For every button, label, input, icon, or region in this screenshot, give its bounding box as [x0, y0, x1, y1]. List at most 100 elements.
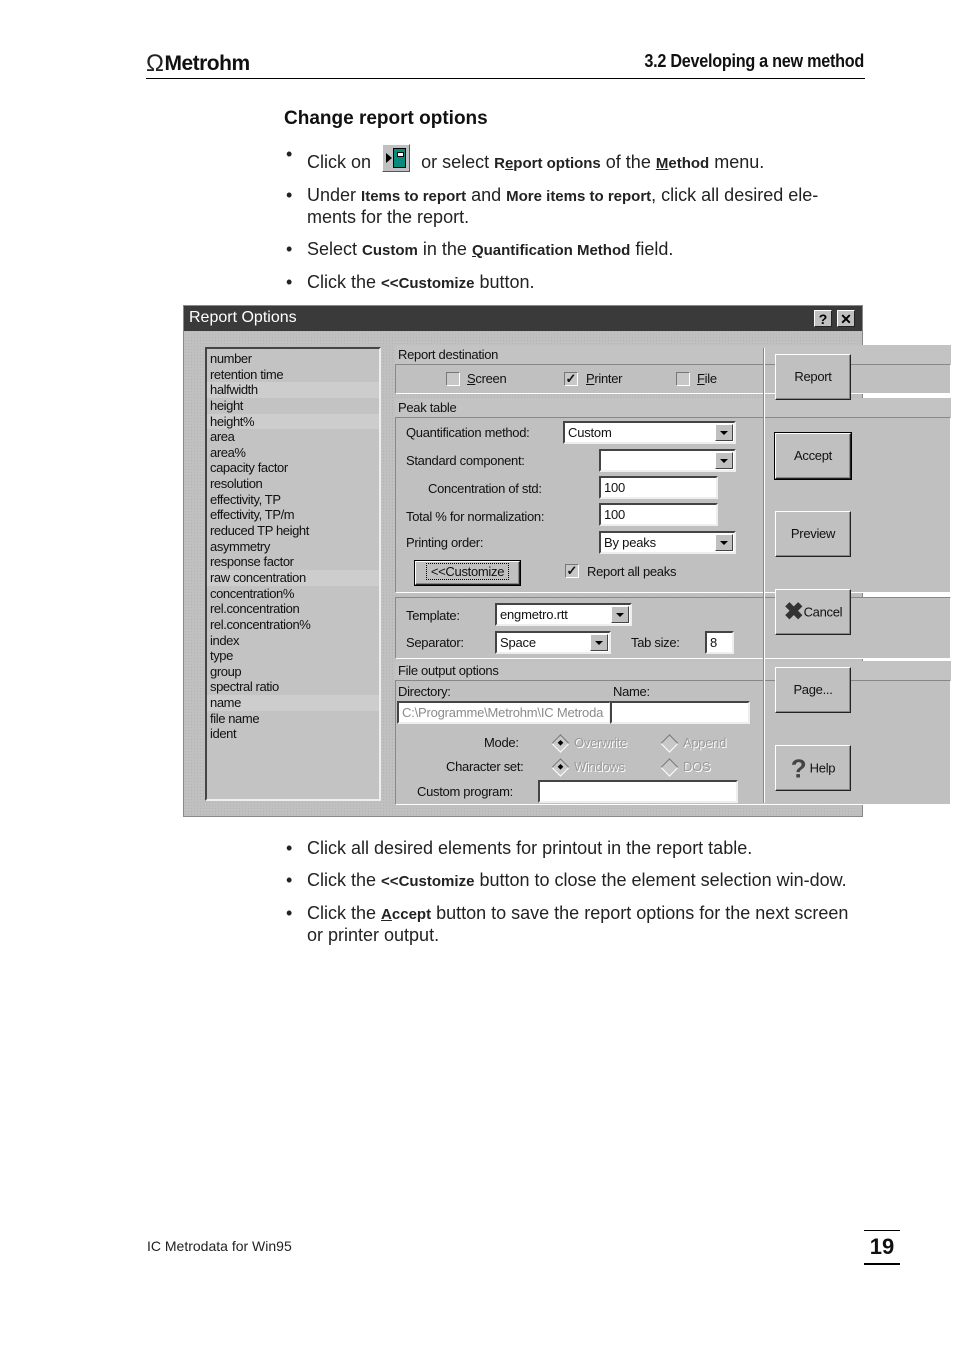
instruction-step: Select Custom in the Quantification Meth… [284, 239, 859, 261]
list-item[interactable]: effectivity, TP [207, 492, 379, 508]
report-button[interactable]: Report [775, 354, 851, 400]
list-item[interactable]: number [207, 351, 379, 367]
cancel-button[interactable]: ✖Cancel [775, 589, 851, 635]
windows-label[interactable]: Windows [574, 759, 625, 774]
metrohm-logo: Ω Metrohm [146, 50, 250, 78]
help-title-button[interactable]: ? [814, 310, 832, 327]
followup-list: Click all desired elements for printout … [284, 838, 859, 957]
section-heading: Change report options [284, 108, 488, 129]
list-item[interactable]: rel.concentration [207, 601, 379, 617]
template-select[interactable]: engmetro.rtt [495, 603, 632, 626]
screen-label[interactable]: Screen [467, 371, 507, 386]
ui-ref: Custom [362, 242, 418, 259]
chevron-down-icon[interactable] [715, 452, 733, 469]
text: button to close the element selection wi… [479, 870, 847, 890]
screen-checkbox[interactable] [446, 372, 460, 386]
accept-button[interactable]: Accept [774, 432, 852, 480]
list-item[interactable]: height [207, 398, 379, 414]
button-separator [763, 348, 765, 803]
standard-component-label: Standard component: [406, 453, 525, 468]
instruction-step: Click all desired elements for printout … [284, 838, 859, 859]
custom-program-label: Custom program: [417, 784, 513, 799]
printer-checkbox[interactable]: ✓ [564, 372, 578, 386]
text: menu. [714, 152, 765, 172]
peak-table-label: Peak table [395, 398, 951, 417]
report-all-peaks-checkbox[interactable]: ✓ [565, 564, 579, 578]
omega-logo-icon: Ω [146, 50, 164, 77]
printer-label[interactable]: Printer [586, 371, 623, 386]
append-label[interactable]: Append [683, 735, 726, 750]
list-item[interactable]: concentration% [207, 586, 379, 602]
list-item[interactable]: type [207, 648, 379, 664]
chevron-down-icon[interactable] [715, 534, 733, 551]
list-item[interactable]: asymmetry [207, 539, 379, 555]
report-items-list[interactable]: number retention time halfwidth height heigh… [205, 347, 381, 801]
chevron-down-icon[interactable] [590, 634, 608, 651]
page-setup-button[interactable]: Page... [775, 667, 851, 713]
close-button[interactable]: ✕ [837, 310, 855, 327]
separator-label: Separator: [406, 635, 464, 650]
list-item[interactable]: index [207, 633, 379, 649]
instruction-step: Under Items to report and More items to … [284, 185, 859, 228]
separator-select[interactable]: Space [495, 631, 611, 654]
tab-size-label: Tab size: [631, 635, 680, 650]
standard-component-select[interactable] [599, 449, 736, 472]
list-item[interactable]: area [207, 429, 379, 445]
list-item[interactable]: group [207, 664, 379, 680]
list-item[interactable]: halfwidth [207, 382, 379, 398]
concentration-of-std-input[interactable]: 100 [599, 476, 718, 499]
total-normalization-input[interactable]: 100 [599, 503, 718, 526]
text: Click the [307, 903, 377, 923]
overwrite-label[interactable]: Overwrite [574, 735, 627, 750]
text: Under [307, 185, 357, 205]
customize-button[interactable]: <<Customize [414, 560, 521, 586]
quantification-method-label: Quantification method: [406, 425, 530, 440]
list-item[interactable]: retention time [207, 367, 379, 383]
total-normalization-label: Total % for normalization: [406, 509, 545, 524]
list-item[interactable]: capacity factor [207, 460, 379, 476]
chevron-down-icon[interactable] [715, 424, 733, 441]
custom-program-input[interactable] [538, 780, 738, 803]
quantification-method-select[interactable]: Custom [563, 421, 736, 444]
instruction-step: Click the <<Customize button. [284, 272, 859, 294]
text: of the [605, 152, 651, 172]
dos-label[interactable]: DOS [683, 759, 711, 774]
menu-ref-method: Method [655, 155, 710, 172]
list-item[interactable]: area% [207, 445, 379, 461]
chevron-down-icon[interactable] [611, 606, 629, 623]
tab-size-input[interactable]: 8 [705, 631, 734, 654]
instruction-step: Click on or select Report options of the… [284, 144, 859, 174]
section-title: 3.2 Developing a new method [644, 51, 864, 71]
dialog-titlebar: Report Options ? ✕ [184, 306, 862, 331]
text: or select [421, 152, 490, 172]
list-item[interactable]: reduced TP height [207, 523, 379, 539]
list-item[interactable]: height% [207, 413, 379, 430]
file-checkbox[interactable] [676, 372, 690, 386]
ui-ref: Accept [381, 906, 432, 923]
list-item[interactable]: effectivity, TP/m [207, 507, 379, 523]
list-item[interactable]: spectral ratio [207, 679, 379, 695]
list-item[interactable]: raw concentration [207, 569, 379, 586]
preview-button[interactable]: Preview [775, 511, 851, 557]
text: and [471, 185, 502, 205]
printing-order-label: Printing order: [406, 535, 484, 550]
report-options-dialog: Report Options ? ✕ number retention time h… [183, 305, 951, 817]
file-label[interactable]: File [697, 371, 717, 386]
printing-order-select[interactable]: By peaks [599, 531, 736, 554]
name-label: Name: [613, 684, 650, 699]
character-set-label: Character set: [446, 759, 524, 774]
name-input[interactable] [610, 701, 750, 724]
report-all-peaks-label[interactable]: Report all peaks [587, 564, 676, 579]
directory-input[interactable]: C:\Programme\Metrohm\IC Metroda [397, 701, 611, 724]
list-item[interactable]: name [207, 695, 379, 711]
list-item[interactable]: response factor [207, 554, 379, 570]
ui-ref: Quantification Method [471, 242, 631, 259]
text: in the [422, 239, 467, 259]
list-item[interactable]: ident [207, 726, 379, 742]
list-item[interactable]: resolution [207, 476, 379, 492]
instruction-step: Click the Accept button to save the repo… [284, 903, 859, 946]
list-item[interactable]: file name [207, 711, 379, 727]
template-label: Template: [406, 608, 460, 623]
list-item[interactable]: rel.concentration% [207, 617, 379, 633]
help-button[interactable]: ? Help [775, 745, 851, 791]
